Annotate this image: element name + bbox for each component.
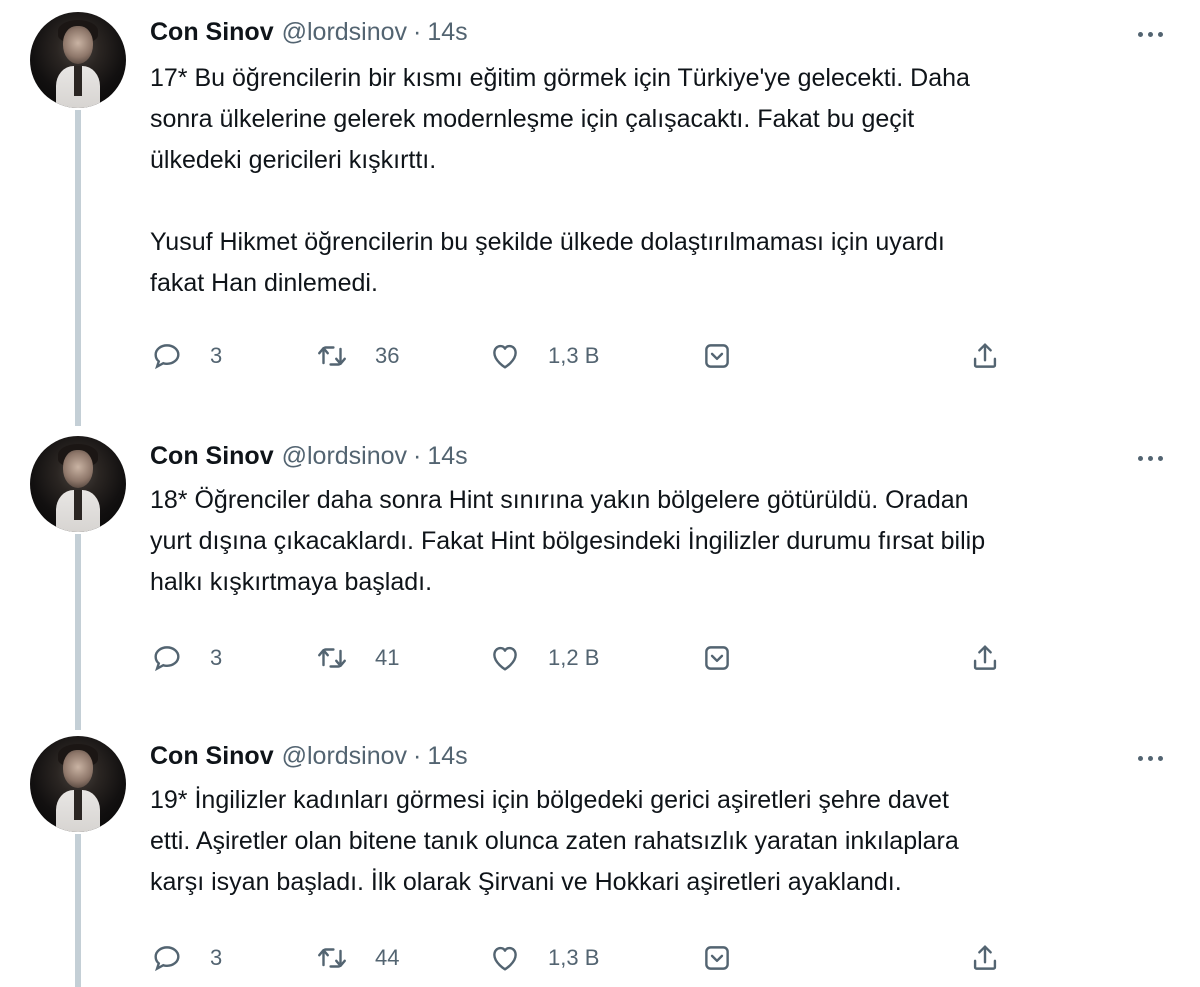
tweet-header: Con Sinov @lordsinov · 14s [150,18,468,54]
share-button[interactable] [968,638,1002,678]
heart-icon [493,344,517,369]
timestamp[interactable]: 14s [427,442,467,471]
author-handle[interactable]: @lordsinov [282,442,407,471]
author-name[interactable]: Con Sinov [150,742,274,771]
like-button[interactable]: 1,3 B [488,938,599,978]
separator: · [413,442,422,470]
bookmark-icon [705,946,729,970]
tweet-text: 17* Bu öğrencilerin bir kısmı eğitim gör… [150,64,970,297]
share-button[interactable] [968,336,1002,376]
bookmark-icon [705,646,729,670]
retweet-icon [318,948,346,968]
reply-button[interactable]: 3 [150,336,222,376]
reply-button[interactable]: 3 [150,638,222,678]
separator: · [413,18,422,46]
author-handle[interactable]: @lordsinov [282,742,407,771]
retweet-button[interactable]: 41 [315,638,399,678]
tweet-header: Con Sinov @lordsinov · 14s [150,742,468,778]
reply-icon [154,946,180,972]
heart-icon [493,646,517,671]
retweet-count: 36 [375,343,400,368]
tweet[interactable]: Con Sinov @lordsinov · 14s 18* Öğrencile… [0,426,1200,726]
more-icon[interactable] [1130,22,1170,46]
tweet[interactable]: Con Sinov @lordsinov · 14s 17* Bu öğrenc… [0,0,1200,420]
retweet-count: 41 [375,645,400,670]
avatar[interactable] [30,736,126,832]
like-button[interactable]: 1,3 B [488,336,599,376]
tweet-text: 18* Öğrenciler daha sonra Hint sınırına … [150,486,986,596]
author-handle[interactable]: @lordsinov [282,18,407,47]
share-button[interactable] [968,938,1002,978]
tweet-actions: 3 44 1,3 B [150,938,1180,978]
bookmark-icon [705,344,729,368]
bookmark-button[interactable] [700,638,734,678]
reply-count: 3 [210,343,223,368]
share-icon [973,645,997,670]
more-icon[interactable] [1130,446,1170,470]
avatar[interactable] [30,12,126,108]
heart-icon [493,946,517,971]
tweet[interactable]: Con Sinov @lordsinov · 14s 19* İngilizle… [0,726,1200,987]
separator: · [413,742,422,770]
retweet-button[interactable]: 36 [315,336,399,376]
retweet-icon [318,648,346,668]
retweet-count: 44 [375,945,400,970]
reply-icon [154,646,180,672]
share-icon [973,945,997,970]
author-name[interactable]: Con Sinov [150,18,274,47]
more-icon[interactable] [1130,746,1170,770]
reply-count: 3 [210,945,223,970]
tweet-actions: 3 36 1,3 B [150,336,1180,376]
like-button[interactable]: 1,2 B [488,638,599,678]
tweet-text: 19* İngilizler kadınları görmesi için bö… [150,786,959,896]
like-count: 1,3 B [548,945,600,970]
tweet-actions: 3 41 1,2 B [150,638,1180,678]
reply-count: 3 [210,645,223,670]
timestamp[interactable]: 14s [427,18,467,47]
retweet-button[interactable]: 44 [315,938,399,978]
bookmark-button[interactable] [700,336,734,376]
tweet-header: Con Sinov @lordsinov · 14s [150,442,468,478]
bookmark-button[interactable] [700,938,734,978]
avatar[interactable] [30,436,126,532]
author-name[interactable]: Con Sinov [150,442,274,471]
like-count: 1,3 B [548,343,600,368]
reply-icon [154,344,180,370]
share-icon [973,343,997,368]
timestamp[interactable]: 14s [427,742,467,771]
reply-button[interactable]: 3 [150,938,222,978]
like-count: 1,2 B [548,645,600,670]
retweet-icon [318,346,346,366]
